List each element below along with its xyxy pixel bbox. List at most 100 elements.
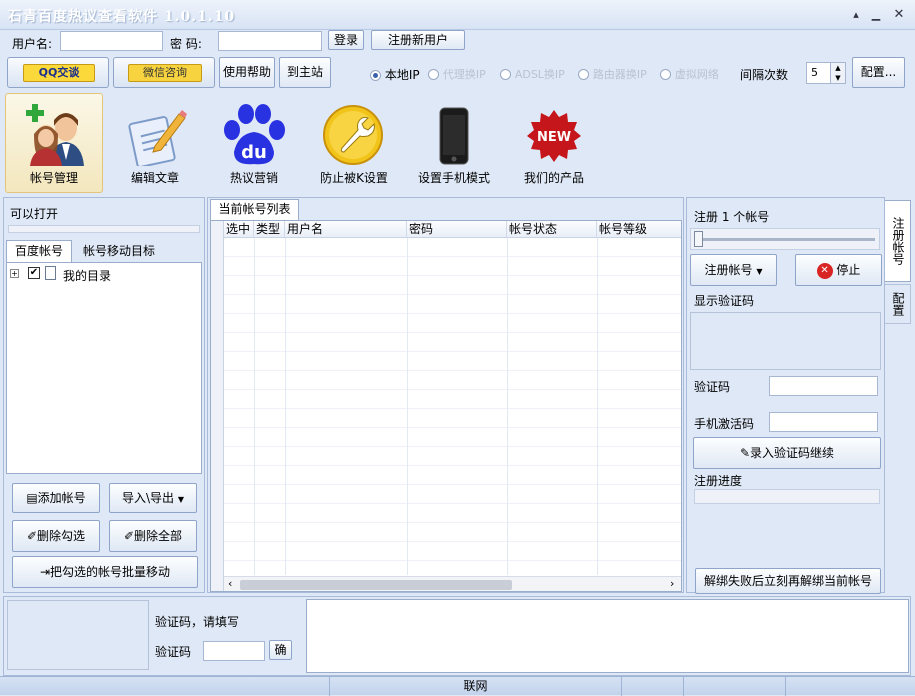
module-phone-mode[interactable]: 设置手机模式 [406,96,502,188]
username-label: 用户名: [12,37,53,51]
column-header[interactable]: 帐号等级 [597,221,681,238]
qq-chat-label: QQ交谈 [23,64,95,82]
side-tab-config[interactable]: 配置 [885,284,911,324]
stepper-up-icon[interactable]: ▲ [830,63,845,73]
account-grid: 选中 类型 用户名 密码 帐号状态 帐号等级 ‹ › [210,220,682,592]
tab-account-move-target[interactable]: 帐号移动目标 [74,242,164,262]
module-account-management[interactable]: 帐号管理 [6,96,102,188]
module-label: 编辑文章 [130,171,179,185]
confirm-captcha-button[interactable]: 确 [269,640,292,660]
tree-expand-icon[interactable]: + [10,269,19,278]
side-tab-register-account[interactable]: 注册帐号 [885,200,911,282]
register-account-button[interactable]: 注册帐号 ▼ [690,254,777,286]
radio-icon [428,69,439,80]
column-header[interactable]: 选中 [224,221,254,238]
column-divider [407,238,408,575]
can-open-progress [8,225,200,233]
eraser-icon: ✐ [26,529,38,543]
window-title: 石青百度热议查看软件 1.0.1.10 [8,9,236,25]
register-new-user-button[interactable]: 注册新用户 [371,30,465,50]
wechat-consult-label: 微信咨询 [128,64,202,82]
ip-mode-router: 路由器换IP [578,66,647,82]
ip-mode-local[interactable]: 本地IP [370,66,420,83]
module-label: 热议营销 [229,171,278,185]
close-icon[interactable]: ✕ [891,8,907,22]
stop-button[interactable]: ✕ 停止 [795,254,882,286]
status-cell [684,677,786,696]
column-divider [285,238,286,575]
column-header[interactable]: 用户名 [285,221,407,238]
restore-icon[interactable]: ▁ [868,8,884,22]
log-output [306,599,909,673]
can-open-label: 可以打开 [10,207,59,221]
add-account-button[interactable]: ▤添加帐号 [12,483,100,513]
delete-checked-button[interactable]: ✐删除勾选 [12,520,100,552]
users-icon [26,104,84,166]
bottom-captcha-image [7,600,149,670]
delete-all-button[interactable]: ✐删除全部 [109,520,197,552]
status-cell [622,677,684,696]
svg-text:du: du [241,142,267,163]
column-header[interactable]: 帐号状态 [507,221,597,238]
register-count-slider[interactable] [690,228,880,250]
module-edit-article[interactable]: 编辑文章 [107,96,203,188]
minimize-icon[interactable]: ▴ [848,8,864,22]
module-label: 帐号管理 [29,171,78,185]
horizontal-scrollbar[interactable]: ‹ › [224,576,681,591]
move-icon: ⇥ [39,565,51,579]
interval-label: 间隔次数 [740,68,789,82]
scrollbar-thumb[interactable] [240,580,512,590]
account-tree: + ✔ 我的目录 [6,262,202,474]
login-button[interactable]: 登录 [328,30,364,50]
import-export-button[interactable]: 导入\导出 ▼ [109,483,197,513]
ip-mode-adsl: ADSL换IP [500,66,565,82]
username-input[interactable] [60,31,163,51]
register-progress-bar [694,489,880,504]
column-header[interactable]: 类型 [254,221,285,238]
qq-chat-button[interactable]: QQ交谈 [7,57,109,88]
help-button[interactable]: 使用帮助 [219,57,275,88]
scroll-right-icon[interactable]: › [670,577,674,590]
slider-thumb[interactable] [694,231,703,247]
config-button[interactable]: 配置... [852,57,905,88]
column-header[interactable]: 密码 [407,221,507,238]
phone-code-label: 手机激活码 [694,417,755,431]
tree-root-label[interactable]: 我的目录 [63,267,111,284]
batch-move-button[interactable]: ⇥把勾选的帐号批量移动 [12,556,198,588]
scroll-left-icon[interactable]: ‹ [228,577,232,590]
phone-code-input[interactable] [769,412,878,432]
module-label: 防止被K设置 [320,171,388,185]
password-input[interactable] [218,31,322,51]
interval-stepper[interactable]: 5 ▲ ▼ [806,62,846,84]
status-cell [0,677,330,696]
tab-current-account-list[interactable]: 当前帐号列表 [210,199,299,220]
module-our-products[interactable]: NEW 我们的产品 [506,96,602,188]
submit-captcha-button[interactable]: ✎录入验证码继续 [693,437,881,469]
bottom-captcha-input[interactable] [203,641,265,661]
captcha-input[interactable] [769,376,878,396]
interval-value: 5 [811,66,818,79]
module-hot-topic-marketing[interactable]: du 热议营销 [206,96,302,188]
unbind-retry-button[interactable]: 解绑失败后立刻再解绑当前帐号 [695,568,881,594]
captcha-label: 验证码 [694,380,731,394]
module-label: 设置手机模式 [417,171,490,185]
eraser-icon: ✐ [123,529,135,543]
stepper-down-icon[interactable]: ▼ [830,73,845,83]
stop-icon: ✕ [816,262,833,279]
home-site-button[interactable]: 到主站 [279,57,331,88]
show-captcha-label: 显示验证码 [694,294,755,308]
wechat-consult-button[interactable]: 微信咨询 [113,57,215,88]
add-icon: ▤ [26,491,38,505]
column-divider [254,238,255,575]
module-anti-k-settings[interactable]: 防止被K设置 [306,96,402,188]
bottom-captcha-label: 验证码 [155,645,192,659]
status-bar: 联网 [0,676,915,696]
tree-checkbox[interactable]: ✔ [28,267,40,279]
radio-icon [370,70,381,81]
tab-baidu-accounts[interactable]: 百度帐号 [6,240,72,262]
wrench-icon [323,105,383,165]
module-label: 我们的产品 [523,171,584,185]
edit-document-icon [128,110,187,166]
captcha-image-area [690,312,881,370]
row-header-column [211,221,224,591]
